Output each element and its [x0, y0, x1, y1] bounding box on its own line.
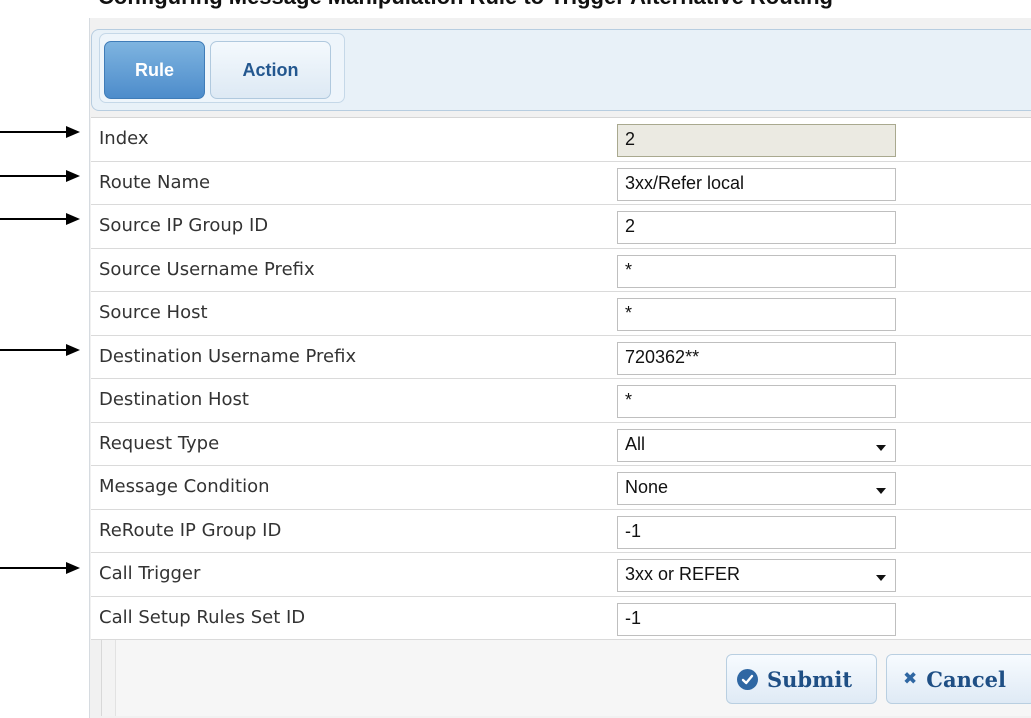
- select-value: All: [625, 433, 646, 454]
- form-row-route-name: Route Name 3xx/Refer local: [91, 161, 1031, 205]
- arrow-right-icon: [0, 213, 80, 225]
- rule-form: Index 2 Route Name 3xx/Refer local Sourc…: [91, 117, 1031, 640]
- tab-rule[interactable]: Rule: [104, 41, 205, 99]
- field-label: Message Condition: [99, 476, 270, 497]
- form-row-request-type: Request Type All: [91, 422, 1031, 466]
- select-value: 3xx or REFER: [625, 564, 741, 584]
- form-row-destination-username-prefix: Destination Username Prefix 720362**: [91, 335, 1031, 379]
- index-field: 2: [617, 124, 896, 157]
- form-row-destination-host: Destination Host *: [91, 379, 1031, 423]
- cancel-button[interactable]: ✖ Cancel: [886, 654, 1031, 704]
- destination-username-prefix-input[interactable]: 720362**: [617, 341, 896, 375]
- call-setup-rules-set-id-input[interactable]: -1: [617, 602, 896, 636]
- cancel-label: Cancel: [926, 666, 1006, 692]
- check-circle-icon: [737, 668, 758, 690]
- field-label: Request Type: [99, 432, 220, 454]
- page-title: Configuring Message Manipulation Rule to…: [98, 0, 1031, 10]
- form-row-reroute-ip-group-id: ReRoute IP Group ID -1: [91, 509, 1031, 553]
- arrow-right-icon: [0, 170, 80, 182]
- form-row-source-username-prefix: Source Username Prefix *: [91, 248, 1031, 292]
- form-row-message-condition: Message Condition None: [91, 466, 1031, 510]
- source-host-input[interactable]: *: [617, 298, 896, 331]
- submit-label: Submit: [767, 666, 853, 692]
- field-label: Destination Username Prefix: [99, 345, 357, 367]
- arrow-right-icon: [0, 126, 80, 138]
- field-label: Call Setup Rules Set ID: [99, 606, 306, 628]
- route-name-input[interactable]: 3xx/Refer local: [617, 167, 896, 201]
- form-row-source-host: Source Host *: [91, 292, 1031, 336]
- field-label: Route Name: [99, 171, 211, 193]
- arrow-right-icon: [0, 344, 80, 356]
- form-row-index: Index 2: [91, 118, 1031, 162]
- arrow-right-icon: [0, 562, 80, 574]
- source-username-prefix-input[interactable]: *: [617, 254, 896, 288]
- field-label: Index: [99, 128, 149, 149]
- form-row-call-setup-rules-set-id: Call Setup Rules Set ID -1: [91, 596, 1031, 640]
- chevron-down-icon: [876, 488, 886, 494]
- form-row-source-ip-group-id: Source IP Group ID 2: [91, 205, 1031, 249]
- field-label: Source Host: [99, 302, 208, 323]
- select-value: None: [625, 477, 669, 497]
- form-row-call-trigger: Call Trigger 3xx or REFER: [91, 553, 1031, 597]
- field-label: Call Trigger: [99, 563, 201, 584]
- chevron-down-icon: [876, 444, 886, 451]
- field-label: ReRoute IP Group ID: [99, 519, 282, 541]
- reroute-ip-group-id-input[interactable]: -1: [617, 515, 896, 549]
- destination-host-input[interactable]: *: [617, 385, 896, 418]
- tab-action[interactable]: Action: [210, 41, 331, 99]
- message-condition-select[interactable]: None: [617, 472, 896, 505]
- request-type-select[interactable]: All: [617, 428, 896, 462]
- call-trigger-select[interactable]: 3xx or REFER: [617, 559, 896, 592]
- field-label: Source IP Group ID: [99, 215, 269, 236]
- chevron-down-icon: [876, 575, 886, 581]
- submit-button[interactable]: Submit: [726, 654, 877, 704]
- x-icon: ✖: [903, 669, 918, 689]
- field-label: Source Username Prefix: [99, 258, 315, 280]
- source-ip-group-id-input[interactable]: 2: [617, 211, 896, 244]
- field-label: Destination Host: [99, 389, 249, 410]
